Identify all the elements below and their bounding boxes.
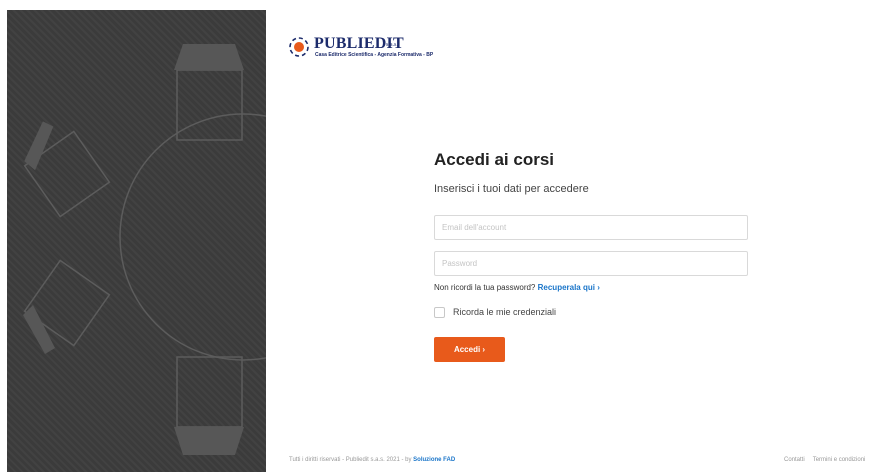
remember-label: Ricorda le mie credenziali (453, 307, 557, 317)
credit-link[interactable]: Soluzione FAD (413, 457, 455, 463)
login-button[interactable]: Accedi › (434, 337, 505, 362)
footer-links: Contatti Termini e condizioni (784, 457, 873, 463)
brand-suffix: s.a.s. (386, 42, 398, 48)
forgot-password-text: Non ricordi la tua password? (434, 283, 536, 292)
remember-checkbox[interactable] (434, 307, 445, 318)
page-title: Accedi ai corsi (434, 150, 555, 169)
decorative-side-panel (7, 10, 266, 472)
page-subtitle: Inserisci i tuoi dati per accedere (434, 183, 589, 195)
recover-password-link[interactable]: Recuperala qui › (538, 283, 600, 292)
forgot-password-row: Non ricordi la tua password? Recuperala … (434, 283, 600, 292)
footer-link-contatti[interactable]: Contatti (784, 457, 805, 463)
publiedit-logo-icon (289, 37, 309, 57)
password-input[interactable] (434, 251, 748, 276)
table-and-chairs-illustration (23, 44, 266, 455)
email-input[interactable] (434, 215, 748, 240)
copyright-text: Tutti i diritti riservati - Publiedit s.… (289, 457, 412, 463)
footer-copyright: Tutti i diritti riservati - Publiedit s.… (289, 457, 455, 463)
brand-tagline: Casa Editrice Scientifica - Agenzia Form… (315, 52, 434, 58)
footer-link-termini[interactable]: Termini e condizioni (813, 457, 866, 463)
